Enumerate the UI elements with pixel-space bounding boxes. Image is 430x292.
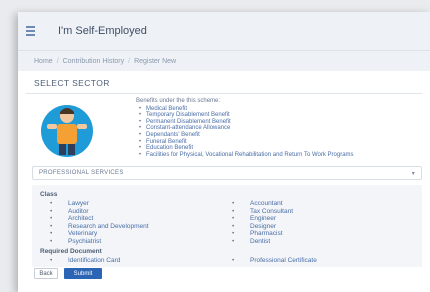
list-item: Accountant	[232, 200, 293, 208]
benefit-item: Medical Benefit	[139, 106, 426, 113]
required-docs-right: Professional Certificate	[232, 257, 317, 265]
breadcrumb: Home / Contribution History / Register N…	[18, 51, 430, 71]
benefit-item: Funeral Benefit	[139, 139, 426, 146]
class-list-right: Accountant Tax Consultant Engineer Desig…	[232, 200, 293, 246]
benefit-item: Dependants' Benefit	[139, 132, 426, 139]
top-bar: I'm Self-Employed	[18, 12, 430, 51]
form-actions: Back Submit	[34, 268, 102, 279]
list-item: Tax Consultant	[232, 208, 293, 216]
list-item: Lawyer	[50, 200, 149, 208]
back-button[interactable]: Back	[34, 268, 58, 279]
breadcrumb-home[interactable]: Home	[34, 58, 53, 65]
list-item: Veterinary	[50, 230, 149, 238]
benefit-item: Temporary Disablement Benefit	[139, 112, 426, 119]
breadcrumb-separator: /	[128, 57, 131, 65]
benefit-item: Permanent Disablement Benefit	[139, 119, 426, 126]
worker-illustration	[41, 105, 93, 157]
list-item: Psychiatrist	[50, 238, 149, 246]
app-title: I'm Self-Employed	[58, 25, 147, 37]
list-item: Professional Certificate	[232, 257, 317, 265]
class-heading: Class	[40, 191, 58, 198]
class-list-left: Lawyer Auditor Architect Research and De…	[50, 200, 149, 246]
required-docs-left: Identification Card	[50, 257, 120, 265]
benefit-item: Facilities for Physical, Vocational Reha…	[139, 152, 426, 159]
list-item: Dentist	[232, 238, 293, 246]
list-item: Research and Development	[50, 223, 149, 231]
benefit-item: Education Benefit	[139, 145, 426, 152]
breadcrumb-register-new: Register New	[134, 57, 177, 65]
benefits-list: Benefits under the this scheme: Medical …	[136, 98, 426, 158]
submit-button[interactable]: Submit	[64, 268, 102, 279]
list-item: Architect	[50, 215, 149, 223]
list-item: Engineer	[232, 215, 293, 223]
chevron-down-icon[interactable]: ▾	[412, 170, 415, 177]
class-panel: Class Lawyer Auditor Architect Research …	[32, 185, 422, 267]
page-title: SELECT SECTOR	[34, 78, 110, 88]
benefits-intro: Benefits under the this scheme:	[136, 98, 221, 104]
list-item: Identification Card	[50, 257, 120, 265]
sector-select-value: PROFESSIONAL SERVICES	[39, 170, 124, 176]
list-item: Auditor	[50, 208, 149, 216]
sector-info: Benefits under the this scheme: Medical …	[18, 94, 430, 158]
list-item: Designer	[232, 223, 293, 231]
breadcrumb-separator: /	[56, 57, 59, 65]
required-document-heading: Required Document	[40, 248, 102, 255]
hamburger-menu-icon[interactable]	[20, 26, 52, 36]
sector-select[interactable]: PROFESSIONAL SERVICES ▾	[32, 166, 422, 180]
main-card: I'm Self-Employed Home / Contribution Hi…	[18, 12, 430, 292]
list-item: Pharmacist	[232, 230, 293, 238]
benefit-item: Constant-attendance Allowance	[139, 125, 426, 132]
breadcrumb-contribution-history[interactable]: Contribution History	[63, 58, 124, 65]
